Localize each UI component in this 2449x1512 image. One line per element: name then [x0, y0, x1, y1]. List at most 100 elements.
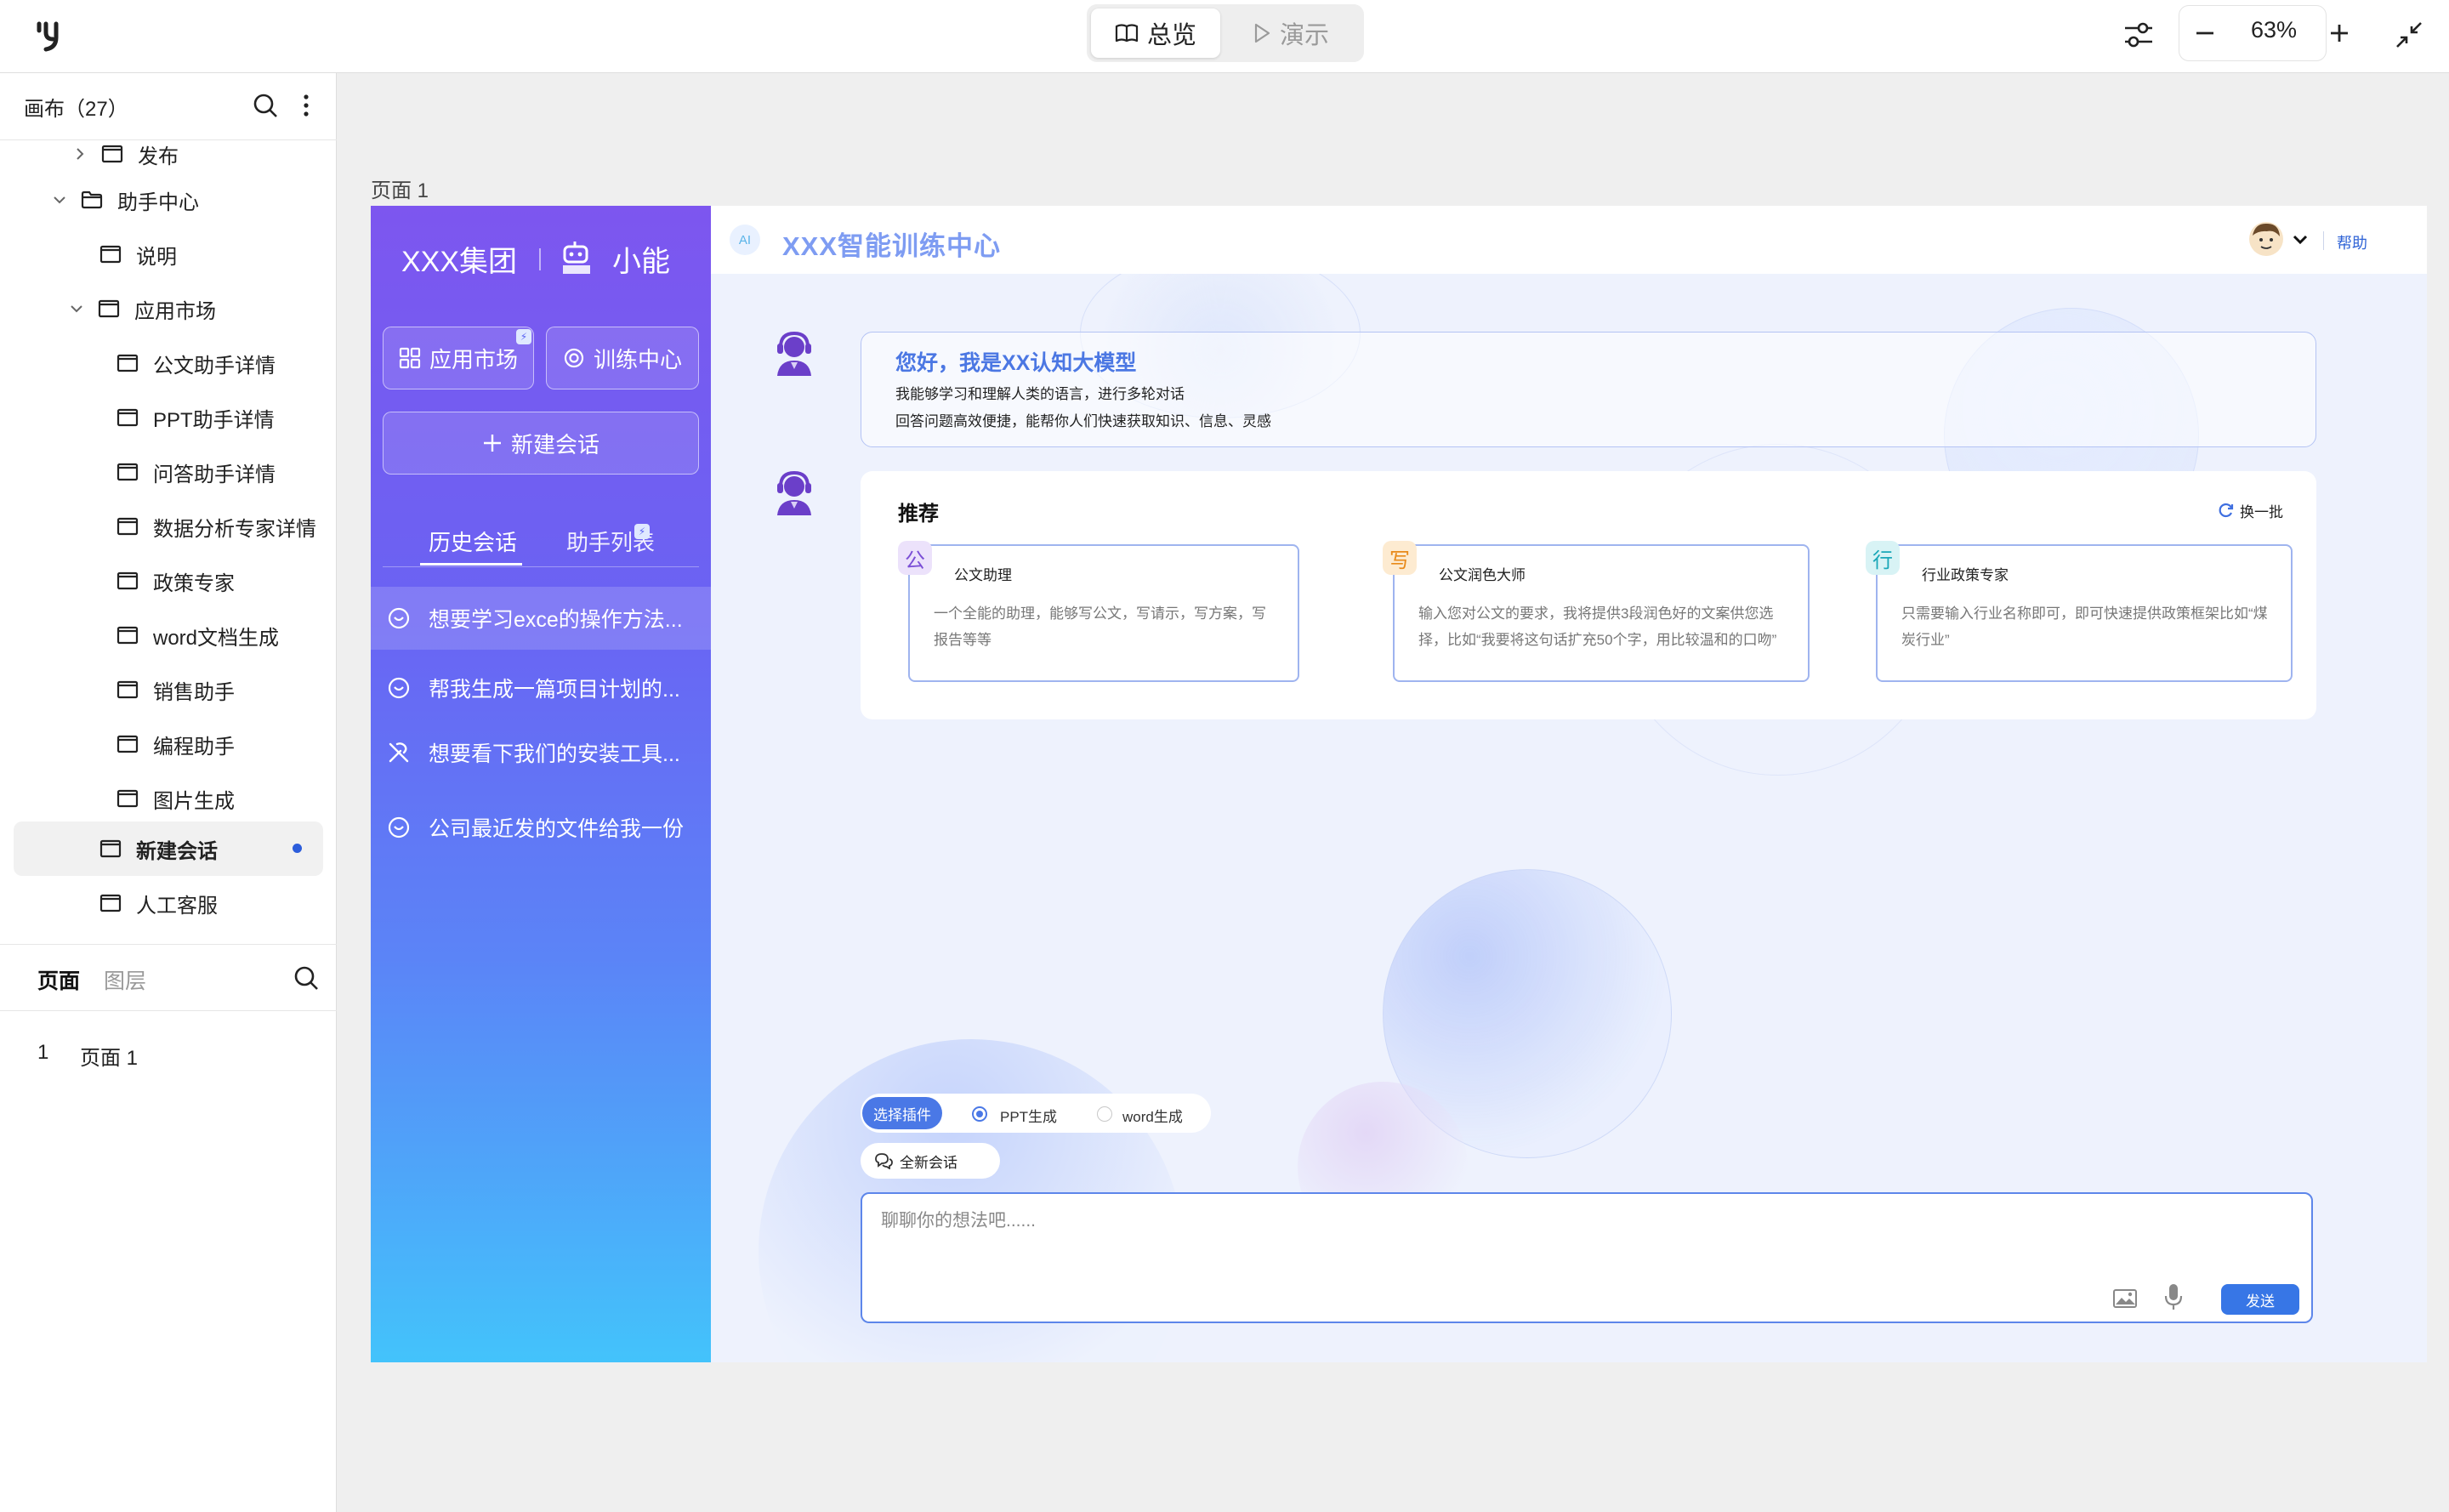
search-icon[interactable]	[250, 88, 281, 122]
recommend-title: 推荐	[898, 503, 939, 526]
page-list-item[interactable]: 页面 1	[80, 1041, 138, 1071]
mockup-header: AI XXX智能训练中心 帮助	[711, 206, 2427, 274]
page-icon	[116, 463, 139, 481]
history-item[interactable]: 想要看下我们的安装工具...	[371, 721, 711, 784]
zoom-in-icon[interactable]	[2318, 12, 2361, 54]
option-ppt-label[interactable]: PPT生成	[1000, 1105, 1057, 1126]
tab-pages[interactable]: 页面	[37, 964, 80, 995]
history-item[interactable]: 想要学习exce的操作方法...	[371, 587, 711, 650]
tree-item-coding[interactable]: 编程助手	[116, 722, 235, 766]
tree-item-doc-assistant[interactable]: 公文助手详情	[116, 341, 276, 385]
tree-item-new-chat[interactable]: 新建会话	[99, 827, 218, 871]
overview-tab[interactable]: 总览	[1091, 9, 1220, 58]
new-chat-button[interactable]: 新建会话	[383, 412, 699, 475]
lightning-badge-icon: ⚡	[516, 329, 531, 344]
training-center-label: 训练中心	[593, 346, 682, 372]
more-vertical-icon[interactable]	[299, 88, 313, 122]
radio-ppt[interactable]	[972, 1106, 987, 1122]
canvas-header: 画布（27）	[24, 98, 128, 121]
present-label: 演示	[1279, 22, 1329, 49]
tree-item-policy-expert[interactable]: 政策专家	[116, 559, 235, 603]
tree-item-label: PPT助手详情	[153, 408, 275, 432]
page-icon	[99, 839, 122, 858]
tree-item-human-service[interactable]: 人工客服	[99, 881, 218, 925]
chat-input[interactable]	[881, 1204, 2156, 1238]
recommend-card[interactable]: 写 公文润色大师 输入您对公文的要求，我将提供3段润色好的文案供您选择，比如“我…	[1383, 541, 1810, 682]
tree-item-assistant-center[interactable]: 助手中心	[51, 178, 199, 222]
collapse-icon[interactable]	[2386, 12, 2432, 58]
tree-item-label: 应用市场	[134, 299, 216, 323]
send-button[interactable]: 发送	[2221, 1284, 2299, 1315]
page-icon	[101, 145, 123, 163]
tree-item-label: 销售助手	[153, 680, 235, 704]
page-icon	[116, 354, 139, 372]
robot-icon	[560, 240, 594, 277]
tree-item-label: 助手中心	[117, 190, 199, 214]
refresh-icon[interactable]	[2218, 502, 2235, 519]
tree-item-sales[interactable]: 销售助手	[116, 668, 235, 712]
card-description: 一个全能的助理，能够写公文，写请示，写方案，写报告等等	[934, 605, 1266, 648]
overview-label: 总览	[1146, 22, 1196, 49]
play-icon	[1253, 22, 1271, 44]
card-description: 只需要输入行业名称即可，即可快速提供政策框架比如“煤炭行业”	[1901, 605, 2268, 648]
search-icon[interactable]	[291, 961, 321, 995]
brand-name: XXX集团	[401, 246, 518, 278]
help-link[interactable]: 帮助	[2337, 231, 2367, 253]
option-word-label[interactable]: word生成	[1122, 1105, 1183, 1126]
chevron-down-icon	[71, 305, 82, 313]
tools-icon	[389, 742, 409, 763]
page-icon	[116, 680, 139, 699]
tree-item-data-expert[interactable]: 数据分析专家详情	[116, 504, 316, 549]
radio-word[interactable]	[1097, 1106, 1112, 1122]
recommend-panel: 推荐 换一批 公 公文助理 一个全能的助理，能够写公文，写请示，写方案，写报告等…	[861, 471, 2316, 719]
recommend-card[interactable]: 公 公文助理 一个全能的助理，能够写公文，写请示，写方案，写报告等等	[898, 541, 1299, 682]
grid-icon	[399, 347, 421, 369]
present-tab[interactable]: 演示	[1223, 9, 1359, 58]
chat-icon	[388, 816, 410, 838]
select-plugin-button[interactable]: 选择插件	[862, 1097, 942, 1129]
brand-logo-icon[interactable]	[36, 19, 73, 53]
image-upload-icon[interactable]	[2112, 1287, 2138, 1310]
page-icon	[99, 245, 122, 264]
tree-item-ppt-assistant[interactable]: PPT助手详情	[116, 395, 275, 440]
mockup-main: AI XXX智能训练中心 帮助 您好，我是XX认知大模型 我能够学习和理解人类的…	[711, 206, 2427, 1362]
tree-item-qa-assistant[interactable]: 问答助手详情	[116, 450, 276, 494]
tree-item-label: word文档生成	[153, 626, 280, 650]
divider	[539, 248, 541, 270]
zoom-level[interactable]: 63%	[2228, 17, 2320, 43]
tab-layers[interactable]: 图层	[104, 964, 146, 995]
training-center-button[interactable]: 训练中心	[546, 327, 699, 389]
history-item[interactable]: 公司最近发的文件给我一份	[371, 796, 711, 859]
tab-assistant-list[interactable]: 助手列表 ⚡	[566, 524, 655, 557]
tree-item-label: 说明	[136, 245, 177, 269]
greeting-line: 回答问题高效便捷，能帮你人们快速获取知识、信息、灵感	[895, 413, 1271, 429]
divider	[383, 566, 699, 567]
tab-history[interactable]: 历史会话	[429, 526, 517, 557]
card-badge: 行	[1866, 541, 1900, 575]
view-mode-switch: 总览 演示	[1087, 4, 1364, 62]
history-text: 帮我生成一篇项目计划的...	[429, 678, 680, 702]
new-session-button[interactable]: 全新会话	[861, 1143, 1000, 1179]
tree-item-image-gen[interactable]: 图片生成	[116, 776, 235, 821]
divider	[0, 1010, 337, 1011]
chevron-down-icon[interactable]	[2293, 233, 2308, 247]
chat-bubbles-icon	[875, 1153, 893, 1169]
recommend-card[interactable]: 行 行业政策专家 只需要输入行业名称即可，即可快速提供政策框架比如“煤炭行业”	[1866, 541, 2293, 682]
refresh-button[interactable]: 换一批	[2240, 500, 2283, 521]
history-item[interactable]: 帮我生成一篇项目计划的...	[371, 657, 711, 719]
tree-item-description[interactable]: 说明	[99, 232, 177, 276]
tree-item-word-gen[interactable]: word文档生成	[116, 613, 279, 657]
tree-item-publish[interactable]: 发布	[71, 140, 179, 176]
page-icon	[116, 571, 139, 590]
app-market-button[interactable]: 应用市场 ⚡	[383, 327, 534, 389]
chat-input-box: 发送	[861, 1192, 2313, 1323]
settings-sliders-icon[interactable]	[2116, 12, 2162, 58]
zoom-out-icon[interactable]	[2184, 12, 2226, 54]
avatar[interactable]	[2248, 221, 2284, 257]
greeting-title: 您好，我是XX认知大模型	[895, 351, 1137, 375]
book-icon	[1115, 23, 1139, 43]
microphone-icon[interactable]	[2163, 1282, 2184, 1311]
target-icon	[564, 348, 584, 368]
tree-item-label: 公文助手详情	[153, 354, 276, 378]
tree-item-app-market[interactable]: 应用市场	[68, 287, 216, 331]
